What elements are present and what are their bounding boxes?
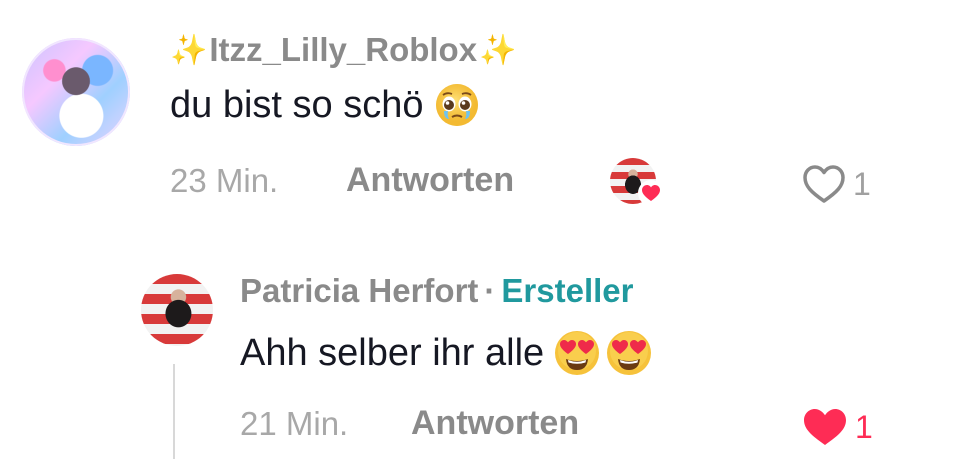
- reply-button[interactable]: Antworten: [346, 161, 514, 200]
- avatar[interactable]: [22, 38, 130, 146]
- sparkles-icon: ✨: [479, 33, 517, 67]
- comment-body: du bist so schö: [170, 83, 424, 126]
- reply-button[interactable]: Antworten: [411, 404, 579, 443]
- comment-username[interactable]: ✨ Itzz_Lilly_Roblox ✨: [170, 30, 516, 70]
- avatar[interactable]: [141, 274, 213, 346]
- comment-text: du bist so schö: [170, 83, 479, 127]
- sparkles-icon: ✨: [170, 33, 208, 67]
- like-button[interactable]: 1: [801, 406, 873, 448]
- reply-text: Ahh selber ihr alle: [240, 330, 652, 376]
- creator-badge: Ersteller: [501, 272, 634, 309]
- pleading-face-icon: [436, 84, 479, 126]
- heart-filled-icon: [804, 409, 846, 445]
- heart-eyes-face-icon: [555, 331, 600, 375]
- comment-timestamp: 23 Min.: [170, 162, 279, 199]
- like-button[interactable]: 1: [801, 163, 871, 205]
- like-count: 1: [855, 408, 873, 445]
- like-count: 1: [853, 165, 871, 202]
- username-text[interactable]: Patricia Herfort: [240, 272, 478, 309]
- separator-dot: ·: [484, 272, 496, 309]
- reply-thread-line: [173, 364, 175, 459]
- reply-body: Ahh selber ihr alle: [240, 331, 545, 374]
- reply-username[interactable]: Patricia Herfort · Ersteller: [240, 272, 634, 310]
- username-text[interactable]: Itzz_Lilly_Roblox: [209, 31, 477, 69]
- heart-eyes-face-icon: [607, 331, 652, 375]
- creator-heart-icon: [638, 180, 664, 206]
- reply-timestamp: 21 Min.: [240, 405, 349, 442]
- heart-outline-icon: [803, 165, 845, 203]
